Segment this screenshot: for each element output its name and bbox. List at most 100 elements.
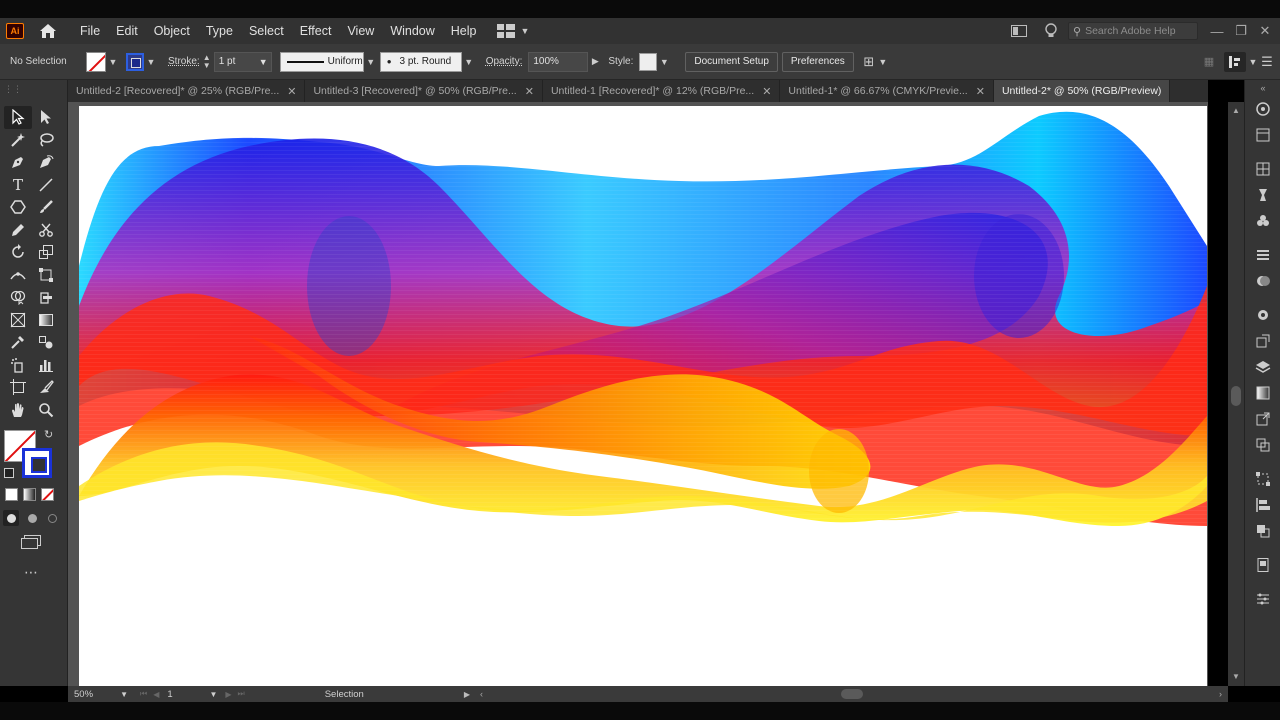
variable-width-profile[interactable]: Uniform	[279, 51, 364, 72]
panel-chevron-down-icon[interactable]: ▼	[1246, 52, 1260, 72]
default-fill-stroke-icon[interactable]	[4, 468, 14, 478]
eyedropper-tool-icon[interactable]	[4, 331, 32, 354]
align-panel-icon[interactable]	[1245, 242, 1280, 268]
menu-select[interactable]: Select	[241, 24, 292, 38]
stroke-weight-field[interactable]: 1 pt ▼	[213, 51, 272, 72]
menu-effect[interactable]: Effect	[292, 24, 340, 38]
scroll-down-icon[interactable]: ▼	[1232, 672, 1240, 681]
scroll-thumb[interactable]	[1231, 386, 1241, 406]
artboard-tool-icon[interactable]	[4, 376, 32, 399]
blend-tool-icon[interactable]	[32, 331, 60, 354]
magic-wand-tool-icon[interactable]	[4, 129, 32, 152]
symbol-sprayer-tool-icon[interactable]	[4, 354, 32, 377]
fill-swatch[interactable]	[86, 51, 106, 72]
polygon-tool-icon[interactable]	[4, 196, 32, 219]
tab-document-4[interactable]: Untitled-1* @ 66.67% (CMYK/Previe... ✕	[780, 80, 994, 102]
artboard-number-field[interactable]: 1 ▼	[167, 689, 217, 700]
close-icon[interactable]: ✕	[287, 85, 296, 98]
stroke-label[interactable]: Stroke:	[168, 56, 200, 67]
menu-object[interactable]: Object	[146, 24, 198, 38]
color-mode-icon[interactable]	[5, 488, 18, 501]
panel-grip[interactable]: ⋮⋮	[4, 84, 62, 98]
gradient-panel-icon[interactable]	[1245, 380, 1280, 406]
menu-file[interactable]: File	[72, 24, 108, 38]
last-artboard-icon[interactable]: ⏭	[238, 689, 245, 699]
graphic-style-swatch[interactable]	[639, 52, 658, 71]
help-search-input[interactable]: ⚲ Search Adobe Help	[1068, 22, 1198, 40]
paintbrush-tool-icon[interactable]	[32, 196, 60, 219]
zoom-tool-icon[interactable]	[32, 399, 60, 422]
align-chevron-down-icon[interactable]: ▼	[876, 52, 890, 72]
direct-selection-tool-icon[interactable]	[32, 106, 60, 129]
vertical-scrollbar[interactable]: ▲ ▼	[1228, 102, 1244, 686]
tab-document-2[interactable]: Untitled-3 [Recovered]* @ 50% (RGB/Pre..…	[305, 80, 543, 102]
draw-inside-icon[interactable]	[45, 510, 59, 526]
restore-icon[interactable]: ❐	[1230, 21, 1252, 41]
live-paint-bucket-icon[interactable]	[32, 286, 60, 309]
transform-panel-icon[interactable]	[1245, 466, 1280, 492]
close-icon[interactable]: ✕	[762, 85, 771, 98]
first-artboard-icon[interactable]: ⏮	[140, 689, 147, 699]
lasso-tool-icon[interactable]	[32, 129, 60, 152]
appearance-panel-icon[interactable]	[1245, 302, 1280, 328]
canvas-area[interactable]	[68, 102, 1208, 686]
artboard[interactable]	[79, 106, 1207, 686]
artboards-panel-icon[interactable]	[1245, 432, 1280, 458]
none-mode-icon[interactable]	[41, 488, 54, 501]
brushes-panel-icon[interactable]	[1245, 182, 1280, 208]
selection-tool-icon[interactable]	[4, 106, 32, 129]
preferences-button[interactable]: Preferences	[781, 51, 854, 72]
asset-export-icon[interactable]	[1245, 406, 1280, 432]
scroll-right-icon[interactable]: ›	[1219, 689, 1222, 699]
stroke-color-swatch[interactable]	[22, 448, 52, 478]
wave-artwork[interactable]	[79, 106, 1207, 686]
previous-artboard-icon[interactable]: ◀	[153, 690, 159, 699]
minimize-icon[interactable]: —	[1206, 21, 1228, 41]
menu-edit[interactable]: Edit	[108, 24, 146, 38]
horizontal-scroll-thumb[interactable]	[840, 689, 863, 699]
close-window-icon[interactable]: ✕	[1254, 21, 1276, 41]
layers-panel-icon[interactable]	[1245, 354, 1280, 380]
tab-document-3[interactable]: Untitled-1 [Recovered]* @ 12% (RGB/Pre..…	[543, 80, 781, 102]
width-tool-icon[interactable]	[4, 264, 32, 287]
align-options-icon[interactable]: ⊞	[862, 52, 876, 72]
scroll-up-icon[interactable]: ▲	[1232, 106, 1240, 115]
discover-lightbulb-icon[interactable]	[1040, 21, 1062, 41]
export-panel-icon[interactable]	[1245, 328, 1280, 354]
swap-fill-stroke-icon[interactable]: ↻	[44, 428, 53, 441]
free-transform-tool-icon[interactable]	[32, 264, 60, 287]
color-panel-icon[interactable]	[1245, 268, 1280, 294]
panel-options-button[interactable]	[1224, 51, 1246, 72]
profile-chevron-down-icon[interactable]: ▼	[364, 52, 378, 72]
symbols-panel-icon[interactable]	[1245, 208, 1280, 234]
close-icon[interactable]: ✕	[525, 85, 534, 98]
scroll-left-icon[interactable]: ‹	[480, 689, 483, 699]
align-objects-icon[interactable]	[1245, 492, 1280, 518]
gradient-mode-icon[interactable]	[23, 488, 36, 501]
style-chevron-down-icon[interactable]: ▼	[657, 52, 671, 72]
tab-document-active[interactable]: Untitled-2* @ 50% (RGB/Preview)	[993, 80, 1171, 102]
line-segment-tool-icon[interactable]	[32, 174, 60, 197]
pen-tool-icon[interactable]	[4, 151, 32, 174]
perspective-grid-tool-icon[interactable]	[4, 309, 32, 332]
stroke-weight-stepper[interactable]: ▲ ▼	[200, 52, 214, 72]
close-icon[interactable]: ✕	[976, 85, 985, 98]
edit-toolbar-more-icon[interactable]: ⋯	[24, 564, 39, 581]
column-graph-tool-icon[interactable]	[32, 354, 60, 377]
hand-tool-icon[interactable]	[4, 399, 32, 422]
attributes-panel-icon[interactable]	[1245, 586, 1280, 612]
menu-type[interactable]: Type	[198, 24, 241, 38]
zoom-level-field[interactable]: 50% ▼	[68, 689, 132, 700]
workspace-switcher[interactable]: ▼	[496, 24, 529, 38]
stroke-swatch[interactable]	[126, 52, 144, 71]
next-artboard-icon[interactable]: ▶	[225, 690, 231, 699]
opacity-label[interactable]: Opacity:	[486, 56, 523, 67]
arrange-documents-icon[interactable]	[1008, 21, 1030, 41]
pathfinder-panel-icon[interactable]	[1245, 518, 1280, 544]
menu-view[interactable]: View	[339, 24, 382, 38]
brush-definition[interactable]: ● 3 pt. Round	[379, 51, 462, 72]
status-menu-icon[interactable]: ▶	[464, 690, 470, 699]
properties-panel-icon[interactable]	[1245, 122, 1280, 148]
type-tool-icon[interactable]: T	[4, 174, 32, 197]
learn-panel-icon[interactable]	[1245, 96, 1280, 122]
